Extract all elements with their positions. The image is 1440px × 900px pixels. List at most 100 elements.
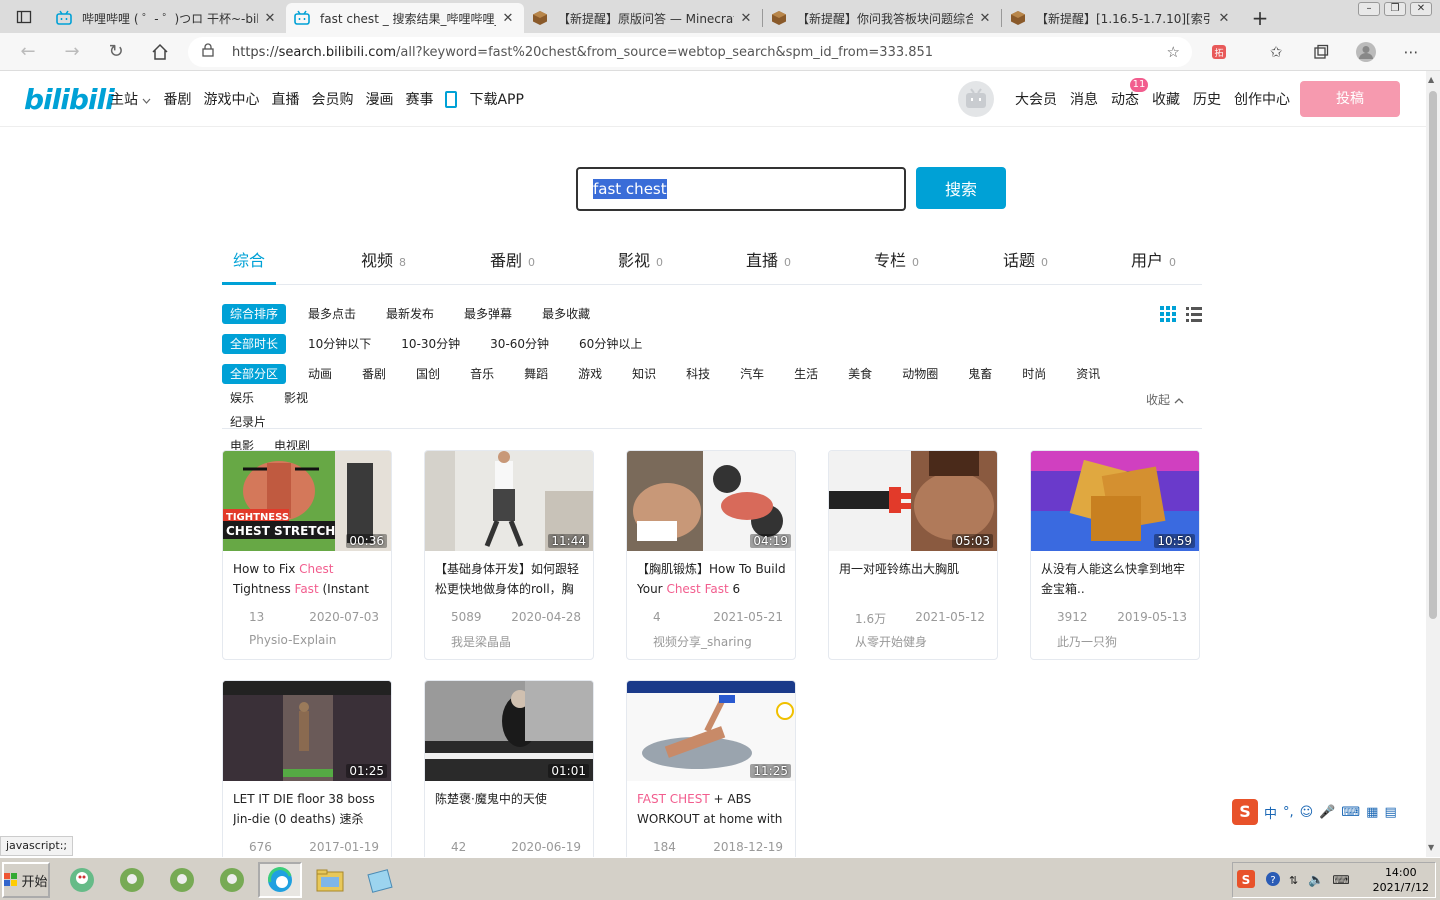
uploader-name[interactable]: Physio-Explain [249,633,336,647]
filter-option[interactable]: 动物圈 [894,364,946,384]
close-tab-icon[interactable]: ✕ [500,11,516,26]
browser-tab[interactable]: 【新提醒】原版问答 — Minecraft ✕ [524,3,762,33]
filter-option[interactable]: 时尚 [1014,364,1054,384]
filter-option[interactable]: 生活 [786,364,826,384]
search-type-tab[interactable]: 话题 0 [1003,247,1048,271]
skin-icon[interactable]: ▦ [1366,805,1378,820]
collections-icon[interactable] [1310,41,1332,63]
collapse-toggle[interactable]: 收起 [1146,391,1184,408]
filter-option[interactable]: 娱乐 [222,388,262,408]
favorites-icon[interactable]: ✩ [1265,41,1287,63]
filter-option[interactable]: 国创 [408,364,448,384]
video-thumbnail[interactable]: 11:25 [627,681,795,781]
video-thumbnail[interactable]: 01:01 [425,681,593,781]
nav-item[interactable]: 会员购 [311,89,353,109]
keyboard-tray-icon[interactable]: ⌨ [1332,873,1349,887]
profile-icon[interactable] [1355,41,1377,63]
search-type-tab[interactable]: 综合 [233,247,265,271]
filter-option[interactable]: 鬼畜 [960,364,1000,384]
video-card[interactable]: 11:44 【基础身体开发】如何跟轻松更快地做身体的roll，胸 5089 2020-… [424,450,594,660]
user-nav-item[interactable]: 大会员 [1015,89,1057,109]
filter-option[interactable]: 30-60分钟 [482,334,557,354]
filter-option[interactable]: 综合排序 [222,304,287,324]
keyboard-icon[interactable]: ⌨ [1341,805,1360,820]
search-type-tab[interactable]: 专栏 0 [874,247,919,271]
nav-item[interactable]: 赛事 [405,89,433,109]
filter-option[interactable]: 10-30分钟 [393,334,468,354]
refresh-button[interactable]: ↻ [94,33,138,71]
sogou-tray-icon[interactable]: S [1237,869,1255,891]
toolbox-icon[interactable]: ▤ [1384,805,1396,820]
app-icon-4[interactable] [210,862,254,898]
clock[interactable]: 14:00 2021/7/12 [1373,865,1429,895]
video-title[interactable]: 【基础身体开发】如何跟轻松更快地做身体的roll，胸 [435,559,587,599]
uploader-name[interactable]: 视频分享_sharing [653,633,752,650]
video-title[interactable]: 用一对哑铃练出大胸肌 [839,559,991,599]
microphone-icon[interactable]: 🎤 [1319,805,1335,820]
nav-item[interactable]: 主站 [110,89,151,109]
video-title[interactable]: 【胸肌锻炼】How To Build Your Chest Fast 6 Eff… [637,559,789,599]
forward-button[interactable]: → [50,33,94,71]
video-title[interactable]: 从没有人能这么快拿到地牢金宝箱.. [1041,559,1193,599]
upload-button[interactable]: 投稿 [1300,81,1400,117]
nav-item[interactable]: 直播 [271,89,299,109]
video-card[interactable]: 04:19 【胸肌锻炼】How To Build Your Chest Fast … [626,450,796,660]
close-tab-icon[interactable]: ✕ [262,11,278,26]
filter-option[interactable]: 全部时长 [222,334,287,354]
filter-option[interactable]: 最多弹幕 [456,304,520,324]
close-tab-icon[interactable]: ✕ [977,11,993,26]
filter-option[interactable]: 舞蹈 [516,364,556,384]
filter-option[interactable]: 汽车 [732,364,772,384]
video-title[interactable]: How to Fix Chest Tightness Fast (Instant [233,559,385,599]
filter-option[interactable]: 影视 [276,388,316,408]
uploader-name[interactable]: 此乃一只狗 [1057,633,1117,650]
search-input[interactable]: fast chest [576,167,906,211]
filter-option[interactable]: 资讯 [1068,364,1108,384]
scroll-up-icon[interactable]: ▲ [1428,75,1434,84]
volume-tray-icon[interactable]: 🔈 [1308,873,1324,888]
restore-button[interactable]: ❐ [1384,2,1406,16]
user-nav-item[interactable]: 创作中心 [1234,89,1290,109]
scroll-down-icon[interactable]: ▼ [1428,843,1434,852]
uploader-name[interactable]: 从零开始健身 [855,633,927,650]
video-card[interactable]: 05:03 用一对哑铃练出大胸肌 1.6万 2021-05-12 从零开始健身 [828,450,998,660]
more-menu-icon[interactable]: ⋯ [1400,41,1422,63]
search-type-tab[interactable]: 直播 0 [746,247,791,271]
add-favorite-icon[interactable]: ☆ [1167,43,1180,61]
tab-actions-button[interactable] [0,0,48,33]
browser-tab[interactable]: fast chest _ 搜索结果_哔哩哔哩_Bilibili ✕ [286,3,524,33]
emoji-icon[interactable]: ☺ [1300,805,1314,820]
nav-item[interactable]: 番剧 [163,89,191,109]
video-thumbnail[interactable]: 10:59 [1031,451,1199,551]
video-thumbnail[interactable]: 11:44 [425,451,593,551]
nav-item[interactable]: 游戏中心 [203,89,259,109]
filter-option[interactable]: 全部分区 [222,364,287,384]
close-tab-icon[interactable]: ✕ [738,11,754,26]
browser-tab[interactable]: 【新提醒】[1.16.5-1.7.10][索引] ✕ [1002,3,1240,33]
filter-option[interactable]: 最多点击 [300,304,364,324]
filter-option[interactable]: 知识 [624,364,664,384]
video-title[interactable]: 陈楚褒·魔鬼中的天使 [435,789,587,829]
filter-option[interactable]: 60分钟以上 [571,334,650,354]
search-type-tab[interactable]: 视频 8 [361,247,406,271]
uploader-name[interactable]: 我是梁晶晶 [451,633,511,650]
file-explorer-icon[interactable] [308,862,352,898]
new-tab-button[interactable]: + [1240,3,1280,33]
browser-tab[interactable]: 【新提醒】你问我答板块问题综合 ✕ [763,3,1001,33]
search-type-tab[interactable]: 影视 0 [618,247,663,271]
search-type-tab[interactable]: 用户 0 [1131,247,1176,271]
video-thumbnail[interactable]: 05:03 [829,451,997,551]
filter-option[interactable]: 最新发布 [378,304,442,324]
page-scrollbar[interactable]: ▲ ▼ [1426,71,1440,857]
filter-option[interactable]: 纪录片 [222,412,274,432]
filter-option[interactable]: 游戏 [570,364,610,384]
extension-icon[interactable]: 拓 [1208,41,1230,63]
video-title[interactable]: FAST CHEST + ABS WORKOUT at home with [637,789,789,829]
user-nav-item[interactable]: 消息 [1070,89,1098,109]
start-button[interactable]: 开始 [2,862,50,898]
network-tray-icon[interactable]: ⇅ [1289,874,1298,887]
search-button[interactable]: 搜索 [916,167,1006,209]
scrollbar-thumb[interactable] [1429,91,1437,619]
video-card[interactable]: 10:59 从没有人能这么快拿到地牢金宝箱.. 3912 2019-05-13 此乃一只… [1030,450,1200,660]
edge-browser-icon[interactable] [258,862,302,898]
